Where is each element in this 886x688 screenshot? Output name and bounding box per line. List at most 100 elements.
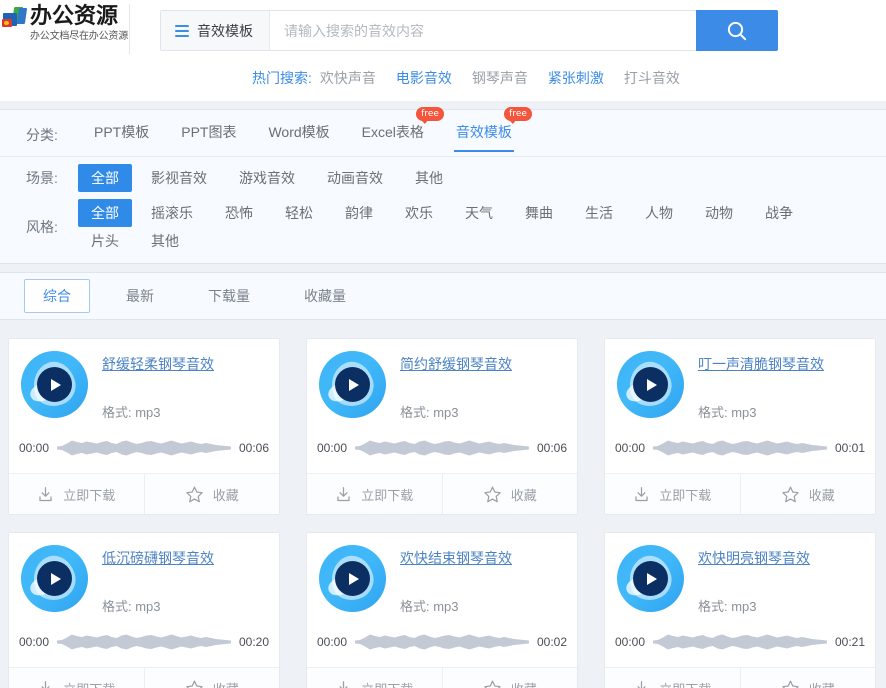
audio-waveform[interactable] bbox=[355, 631, 529, 653]
audio-progress[interactable]: 00:00 00:21 bbox=[605, 615, 875, 659]
download-label: 立即下载 bbox=[63, 679, 115, 688]
scene-tag-4[interactable]: 其他 bbox=[402, 164, 456, 192]
sort-item-downloads[interactable]: 下载量 bbox=[190, 280, 268, 312]
download-button[interactable]: 立即下载 bbox=[9, 668, 144, 688]
search-button[interactable] bbox=[696, 10, 778, 51]
download-button[interactable]: 立即下载 bbox=[307, 474, 442, 514]
search-bar: 音效模板 bbox=[160, 10, 778, 51]
favorite-label: 收藏 bbox=[212, 487, 239, 503]
download-label: 立即下载 bbox=[361, 487, 414, 503]
category-tab-ppt-template[interactable]: PPT模板 bbox=[78, 116, 165, 154]
audio-waveform[interactable] bbox=[355, 437, 529, 459]
download-icon bbox=[337, 486, 350, 501]
sound-format: 格式: mp3 bbox=[400, 405, 459, 420]
scene-tag-0[interactable]: 全部 bbox=[78, 164, 132, 192]
download-icon bbox=[637, 680, 646, 688]
play-icon[interactable] bbox=[617, 351, 684, 418]
sound-format: 格式: mp3 bbox=[102, 599, 161, 614]
scene-tag-2[interactable]: 游戏音效 bbox=[226, 164, 308, 192]
style-tag-10[interactable]: 动物 bbox=[692, 199, 746, 227]
search-input[interactable] bbox=[270, 11, 696, 50]
hot-search-item-2[interactable]: 钢琴声音 bbox=[472, 68, 528, 88]
category-tab-word-template[interactable]: Word模板 bbox=[252, 116, 345, 154]
favorite-button[interactable]: 收藏 bbox=[143, 474, 280, 514]
sound-card-grid: 舒缓轻柔钢琴音效 格式: mp3 00:00 00:06 立即下载 收藏 简约舒… bbox=[0, 320, 886, 688]
scene-tag-1[interactable]: 影视音效 bbox=[138, 164, 220, 192]
search-icon bbox=[727, 21, 747, 40]
sound-title-link[interactable]: 叮一声清脆钢琴音效 bbox=[698, 354, 824, 374]
favorite-button[interactable]: 收藏 bbox=[739, 474, 876, 514]
style-tag-3[interactable]: 轻松 bbox=[272, 199, 326, 227]
style-tag-12[interactable]: 片头 bbox=[78, 227, 132, 255]
filter-label-category: 分类: bbox=[26, 127, 58, 143]
sound-title-link[interactable]: 低沉磅礴钢琴音效 bbox=[102, 548, 214, 568]
audio-progress[interactable]: 00:00 00:20 bbox=[9, 615, 279, 659]
style-tag-0[interactable]: 全部 bbox=[78, 199, 132, 227]
scene-tag-3[interactable]: 动画音效 bbox=[314, 164, 396, 192]
category-tab-label: Word模板 bbox=[268, 124, 330, 140]
category-tab-label: PPT模板 bbox=[94, 124, 150, 140]
audio-end-time: 00:06 bbox=[238, 441, 269, 455]
style-tag-9[interactable]: 人物 bbox=[632, 199, 686, 227]
sort-item-comprehensive[interactable]: 综合 bbox=[24, 279, 90, 313]
sound-title-link[interactable]: 欢快明亮钢琴音效 bbox=[698, 548, 810, 568]
style-tag-6[interactable]: 天气 bbox=[452, 199, 506, 227]
audio-end-time: 00:21 bbox=[834, 635, 865, 649]
audio-waveform[interactable] bbox=[57, 631, 231, 653]
sound-format: 格式: mp3 bbox=[698, 405, 757, 420]
audio-progress[interactable]: 00:00 00:01 bbox=[605, 421, 875, 465]
category-tab-label: 音效模板 bbox=[455, 124, 512, 140]
play-icon[interactable] bbox=[319, 545, 386, 612]
hot-search-item-0[interactable]: 欢快声音 bbox=[320, 68, 376, 88]
style-tag-1[interactable]: 摇滚乐 bbox=[138, 199, 206, 227]
audio-progress[interactable]: 00:00 00:06 bbox=[9, 421, 279, 465]
sort-item-latest[interactable]: 最新 bbox=[108, 280, 172, 312]
audio-waveform[interactable] bbox=[57, 437, 231, 459]
play-icon[interactable] bbox=[617, 545, 684, 612]
audio-waveform[interactable] bbox=[653, 631, 827, 653]
play-icon[interactable] bbox=[21, 351, 88, 418]
sound-format: 格式: mp3 bbox=[102, 405, 161, 420]
category-tab-ppt-chart[interactable]: PPT图表 bbox=[165, 116, 252, 154]
category-tab-label: Excel表格 bbox=[361, 124, 424, 140]
style-tag-2[interactable]: 恐怖 bbox=[212, 199, 266, 227]
download-button[interactable]: 立即下载 bbox=[605, 668, 740, 688]
site-logo[interactable]: 办公资源 办公文档尽在办公资源 bbox=[0, 4, 130, 54]
download-button[interactable]: 立即下载 bbox=[605, 474, 740, 514]
style-tag-11[interactable]: 战争 bbox=[752, 199, 806, 227]
favorite-label: 收藏 bbox=[511, 679, 537, 688]
star-icon bbox=[782, 485, 799, 502]
filter-row-category: 分类: PPT模板 PPT图表 Word模板 Excel表格 free 音效模板… bbox=[0, 107, 886, 157]
logo-subtitle: 办公文档尽在办公资源 bbox=[30, 31, 128, 42]
play-icon[interactable] bbox=[319, 351, 386, 418]
style-tag-8[interactable]: 生活 bbox=[572, 199, 626, 227]
hot-search-label: 热门搜索: bbox=[252, 70, 312, 86]
audio-waveform[interactable] bbox=[653, 437, 827, 459]
favorite-button[interactable]: 收藏 bbox=[739, 668, 876, 688]
hot-search-item-4[interactable]: 打斗音效 bbox=[624, 68, 680, 88]
search-category-selector[interactable]: 音效模板 bbox=[161, 11, 270, 50]
style-tag-13[interactable]: 其他 bbox=[138, 227, 192, 255]
sound-title-link[interactable]: 简约舒缓钢琴音效 bbox=[400, 354, 512, 374]
favorite-button[interactable]: 收藏 bbox=[441, 668, 578, 688]
hot-search-item-3[interactable]: 紧张刺激 bbox=[548, 68, 604, 88]
style-tag-7[interactable]: 舞曲 bbox=[512, 199, 566, 227]
download-button[interactable]: 立即下载 bbox=[9, 474, 144, 514]
style-tag-5[interactable]: 欢乐 bbox=[392, 199, 446, 227]
play-icon[interactable] bbox=[21, 545, 88, 612]
style-tag-4[interactable]: 韵律 bbox=[332, 199, 386, 227]
audio-end-time: 00:20 bbox=[238, 635, 269, 649]
sound-title-link[interactable]: 欢快结束钢琴音效 bbox=[400, 548, 512, 568]
audio-progress[interactable]: 00:00 00:06 bbox=[307, 421, 577, 465]
audio-progress[interactable]: 00:00 00:02 bbox=[307, 615, 577, 659]
sort-item-favorites[interactable]: 收藏量 bbox=[286, 280, 364, 312]
audio-start-time: 00:00 bbox=[317, 635, 348, 649]
category-tab-excel-sheet[interactable]: Excel表格 free bbox=[346, 107, 444, 154]
favorite-button[interactable]: 收藏 bbox=[441, 474, 578, 514]
category-tab-sound-template[interactable]: 音效模板 free bbox=[440, 107, 532, 154]
download-button[interactable]: 立即下载 bbox=[307, 668, 442, 688]
download-icon bbox=[39, 486, 52, 501]
favorite-button[interactable]: 收藏 bbox=[143, 668, 280, 688]
hot-search-item-1[interactable]: 电影音效 bbox=[396, 68, 452, 88]
sound-title-link[interactable]: 舒缓轻柔钢琴音效 bbox=[102, 354, 214, 374]
